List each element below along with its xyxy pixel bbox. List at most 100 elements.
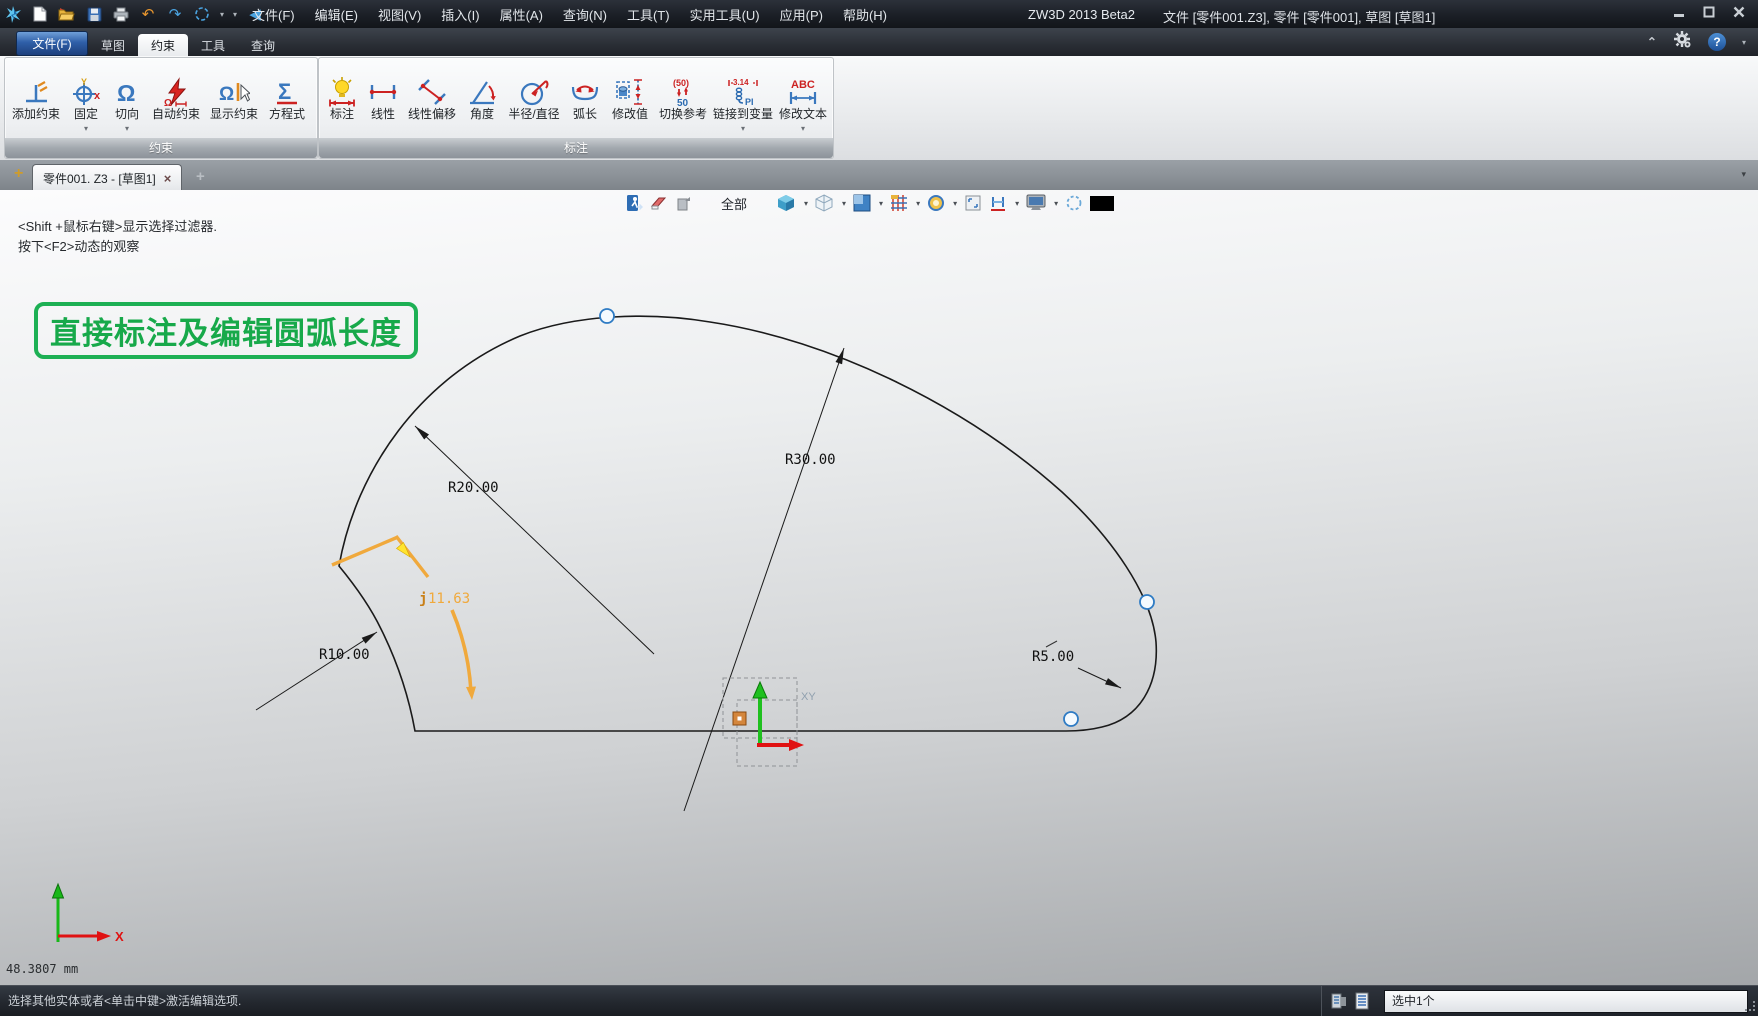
- equation-button[interactable]: Σ 方程式: [263, 61, 311, 136]
- add-tab-icon[interactable]: +: [196, 168, 205, 185]
- tab-sketch[interactable]: 草图: [88, 34, 138, 56]
- world-axis-triad: X: [53, 884, 125, 944]
- show-constraints-button[interactable]: Ω 显示约束: [205, 61, 263, 136]
- tab-constraints[interactable]: 约束: [138, 34, 188, 56]
- auto-constrain-icon: Ω: [162, 61, 190, 107]
- dim-r30-label[interactable]: R30.00: [785, 452, 836, 468]
- tangent-dropdown-caret[interactable]: ▾: [125, 122, 129, 136]
- link-to-variable-button[interactable]: 3.14PI 链接到变量 ▾: [711, 61, 775, 136]
- sketch-canvas[interactable]: 全部 ▾ ▾ ▾ ▾ ▾ ▾ ▾: [0, 190, 1758, 985]
- arc-dim-prefix[interactable]: j: [419, 591, 427, 607]
- tangent-constraint-button[interactable]: Ω 切向 ▾: [107, 61, 147, 136]
- dimension-button[interactable]: 标注: [321, 61, 363, 136]
- svg-text:3.14: 3.14: [733, 78, 749, 87]
- highlighted-arc-arrowhead: [466, 687, 476, 701]
- link-to-variable-caret[interactable]: ▾: [741, 122, 745, 136]
- selection-list-icon[interactable]: [1354, 991, 1372, 1011]
- modify-text-button[interactable]: ABC 修改文本 ▾: [775, 61, 831, 136]
- dimension-buttons: 标注 线性 线性偏移: [321, 61, 831, 136]
- modify-value-button[interactable]: 修改值: [605, 61, 655, 136]
- dim-r10[interactable]: R10.00: [256, 632, 377, 710]
- arc-dim-value[interactable]: 11.63: [428, 591, 470, 607]
- fixed-constraint-button[interactable]: Yx 固定 ▾: [65, 61, 107, 136]
- point-handle-top[interactable]: [600, 309, 614, 323]
- equation-icon: Σ: [274, 61, 300, 107]
- origin-plane-label: XY: [801, 691, 816, 703]
- dim-r5[interactable]: R5.00: [1032, 641, 1121, 688]
- linear-dim-button[interactable]: 线性: [363, 61, 403, 136]
- menu-attributes[interactable]: 属性(A): [490, 1, 553, 28]
- fixed-dropdown-caret[interactable]: ▾: [84, 122, 88, 136]
- open-file-icon[interactable]: [58, 5, 76, 23]
- modify-text-caret[interactable]: ▾: [801, 122, 805, 136]
- menu-tools[interactable]: 工具(T): [617, 1, 680, 28]
- title-bar: ↶ ↷ ▾ ▾ ◀ 文件(F) 编辑(E) 视图(V) 插入(I) 属性(A) …: [0, 0, 1758, 29]
- toggle-reference-button[interactable]: (50)50 切换参考: [655, 61, 711, 136]
- zw3d-window: ↶ ↷ ▾ ▾ ◀ 文件(F) 编辑(E) 视图(V) 插入(I) 属性(A) …: [0, 0, 1758, 1016]
- toolbar-options-caret[interactable]: ▾: [233, 10, 237, 19]
- save-icon[interactable]: [85, 5, 103, 23]
- redo-icon[interactable]: ↷: [166, 5, 184, 23]
- menu-bar: 文件(F) 编辑(E) 视图(V) 插入(I) 属性(A) 查询(N) 工具(T…: [242, 0, 897, 28]
- selection-count-field[interactable]: 选中1个: [1384, 990, 1748, 1013]
- menu-edit[interactable]: 编辑(E): [305, 1, 368, 28]
- document-tab-close-icon[interactable]: ×: [164, 171, 172, 186]
- minimize-button[interactable]: [1672, 5, 1686, 19]
- maximize-button[interactable]: [1702, 5, 1716, 19]
- tab-tools[interactable]: 工具: [188, 34, 238, 56]
- menu-inquire[interactable]: 查询(N): [553, 1, 617, 28]
- radius-diameter-dim-button[interactable]: 半径/直径: [503, 61, 565, 136]
- collapse-ribbon-icon[interactable]: ⌃: [1647, 35, 1657, 49]
- resize-grip[interactable]: [1745, 1001, 1756, 1015]
- highlighted-arc[interactable]: [452, 610, 471, 693]
- document-title: 文件 [零件001.Z3], 零件 [零件001], 草图 [草图1]: [1163, 7, 1435, 26]
- menu-applications[interactable]: 应用(P): [770, 1, 833, 28]
- new-document-plus-icon[interactable]: +: [14, 165, 23, 183]
- status-bar: 选择其他实体或者<单击中键>激活编辑选项. 选中1个: [0, 985, 1758, 1016]
- add-constraint-button[interactable]: 添加约束: [7, 61, 65, 136]
- view-rotate-icon[interactable]: [193, 5, 211, 23]
- view-rotate-caret[interactable]: ▾: [220, 10, 224, 19]
- svg-text:50: 50: [677, 98, 689, 107]
- undo-icon[interactable]: ↶: [139, 5, 157, 23]
- dim-r5-label[interactable]: R5.00: [1032, 649, 1074, 665]
- menu-view[interactable]: 视图(V): [368, 1, 431, 28]
- new-file-icon[interactable]: [31, 5, 49, 23]
- window-controls: [1672, 5, 1746, 19]
- menu-insert[interactable]: 插入(I): [431, 1, 489, 28]
- profile-outline[interactable]: [339, 316, 1156, 731]
- arc-length-dim-button[interactable]: 弧长: [565, 61, 605, 136]
- linear-offset-dim-button[interactable]: 线性偏移: [403, 61, 461, 136]
- help-caret[interactable]: ▾: [1742, 38, 1746, 47]
- tab-list-caret[interactable]: ▾: [1741, 169, 1746, 180]
- ribbon-tabs: 草图 约束 工具 查询: [88, 34, 288, 56]
- ribbon-group-constraints: 添加约束 Yx 固定 ▾ Ω 切向 ▾ Ω: [4, 57, 318, 159]
- document-tab-active[interactable]: 零件001. Z3 - [草图1] ×: [32, 164, 182, 191]
- close-button[interactable]: [1732, 5, 1746, 19]
- settings-gear-icon[interactable]: [1673, 30, 1692, 54]
- origin-widget[interactable]: XY: [723, 678, 816, 766]
- dim-r30[interactable]: R30.00: [684, 348, 844, 811]
- dim-r10-arrowhead: [362, 632, 377, 644]
- dim-r20-label[interactable]: R20.00: [448, 480, 499, 496]
- triad-y-arrowhead: [53, 884, 64, 898]
- file-menu-button[interactable]: 文件(F): [16, 31, 88, 56]
- auto-constrain-button[interactable]: Ω 自动约束: [147, 61, 205, 136]
- arc-length-dimension-selected[interactable]: j 11.63: [332, 536, 476, 700]
- add-constraint-icon: [22, 61, 50, 107]
- angle-dim-button[interactable]: 角度: [461, 61, 503, 136]
- dim-r10-label[interactable]: R10.00: [319, 647, 370, 663]
- point-handle-bottom-right[interactable]: [1064, 712, 1078, 726]
- ribbon: 添加约束 Yx 固定 ▾ Ω 切向 ▾ Ω: [0, 56, 1758, 161]
- help-icon[interactable]: ?: [1708, 33, 1726, 51]
- menu-help[interactable]: 帮助(H): [833, 1, 897, 28]
- tab-inquire[interactable]: 查询: [238, 34, 288, 56]
- menu-file[interactable]: 文件(F): [242, 1, 305, 28]
- svg-text:ABC: ABC: [791, 79, 815, 91]
- sketch-geometry[interactable]: R20.00 R30.00 R10.00 R5.00: [0, 190, 1758, 985]
- print-icon[interactable]: [112, 5, 130, 23]
- menu-utilities[interactable]: 实用工具(U): [680, 1, 770, 28]
- dim-r20[interactable]: R20.00: [415, 426, 654, 654]
- point-handle-right[interactable]: [1140, 595, 1154, 609]
- selection-filter-icon[interactable]: [1330, 991, 1348, 1011]
